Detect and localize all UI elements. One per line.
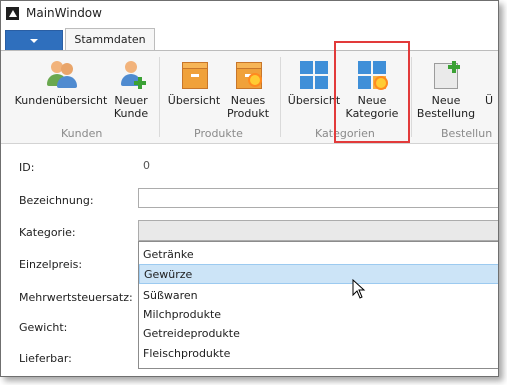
- tab-stammdaten[interactable]: Stammdaten: [65, 28, 155, 51]
- group-label-produkte: Produkte: [194, 127, 243, 140]
- order-overview-icon: [479, 59, 498, 91]
- mouse-cursor-icon: [352, 279, 366, 299]
- kategorie-label: Kategorie:: [19, 226, 76, 239]
- dropdown-option-milchprodukte[interactable]: Milchprodukte: [139, 305, 498, 325]
- customers-icon: [45, 59, 77, 91]
- product-box-icon: [178, 59, 210, 91]
- group-separator: [280, 57, 281, 137]
- dropdown-option-getreideprodukte[interactable]: Getreideprodukte: [139, 324, 498, 344]
- neue-bestellung-label-2: Bestellung: [416, 107, 476, 120]
- title-bar: MainWindow: [1, 1, 498, 25]
- bezeichnung-label: Bezeichnung:: [19, 194, 94, 207]
- categories-tiles-icon: [298, 59, 330, 91]
- bestellungen-uebersicht-button[interactable]: Ü: [479, 59, 498, 107]
- window-title: MainWindow: [26, 6, 102, 20]
- lieferbar-label: Lieferbar:: [19, 352, 72, 365]
- highlight-annotation: [334, 41, 410, 143]
- application-menu-button[interactable]: [5, 30, 63, 52]
- neuer-kunde-button[interactable]: Neuer Kunde: [109, 59, 153, 120]
- neue-bestellung-label-1: Neue: [431, 94, 461, 107]
- neuer-kunde-label-1: Neuer: [114, 94, 148, 107]
- ribbon: Kundenübersicht Neuer Kunde Kunden Übers…: [1, 50, 498, 144]
- new-order-icon: [430, 59, 462, 91]
- group-label-kunden: Kunden: [61, 127, 103, 140]
- id-label: ID:: [19, 161, 35, 174]
- add-customer-icon: [115, 59, 147, 91]
- produkte-uebersicht-button[interactable]: Übersicht: [165, 59, 223, 107]
- einzelpreis-label: Einzelpreis:: [19, 258, 83, 271]
- gewicht-label: Gewicht:: [19, 321, 68, 334]
- neue-bestellung-button[interactable]: Neue Bestellung: [415, 59, 477, 120]
- kundenuebersicht-label: Kundenübersicht: [14, 94, 108, 107]
- neuer-kunde-label-2: Kunde: [113, 107, 149, 120]
- dropdown-option-suesswaren[interactable]: Süßwaren: [139, 286, 498, 306]
- bezeichnung-input[interactable]: [138, 188, 498, 208]
- neues-produkt-label-2: Produkt: [226, 107, 270, 120]
- kategorie-combobox[interactable]: [138, 220, 498, 241]
- app-icon: [6, 7, 19, 20]
- bestellungen-uebersicht-label: Ü: [484, 94, 494, 107]
- kategorie-dropdown-list: Getränke Gewürze Süßwaren Milchprodukte …: [138, 241, 498, 369]
- neues-produkt-button[interactable]: Neues Produkt: [223, 59, 273, 120]
- dropdown-option-gewuerze[interactable]: Gewürze: [139, 264, 498, 284]
- new-product-icon: [232, 59, 264, 91]
- mwst-label: Mehrwertsteuersatz:: [19, 291, 133, 304]
- group-separator: [159, 57, 160, 137]
- group-label-bestellungen: Bestellun: [441, 127, 493, 140]
- dropdown-option-getraenke[interactable]: Getränke: [139, 245, 498, 265]
- produkte-uebersicht-label: Übersicht: [167, 94, 221, 107]
- kundenuebersicht-button[interactable]: Kundenübersicht: [13, 59, 109, 107]
- main-window: MainWindow Stammdaten Kundenübersicht Ne…: [0, 0, 499, 377]
- dropdown-option-fleischprodukte[interactable]: Fleischprodukte: [139, 344, 498, 364]
- id-value: 0: [143, 159, 150, 172]
- group-separator: [411, 57, 412, 137]
- neues-produkt-label-1: Neues: [230, 94, 266, 107]
